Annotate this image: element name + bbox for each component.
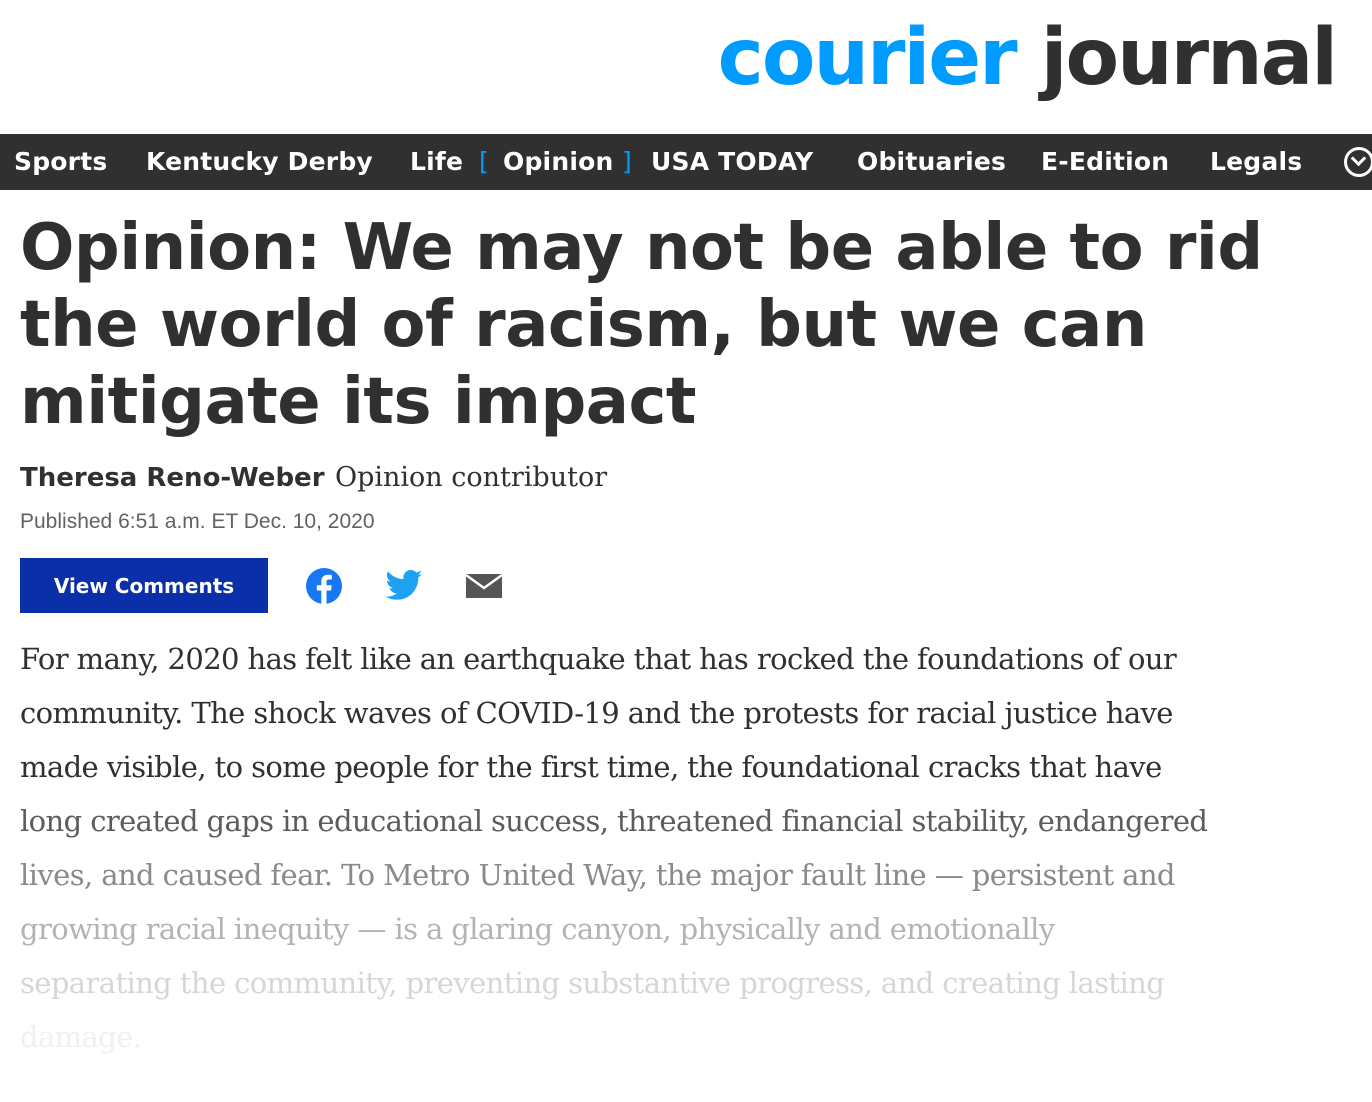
nav-item-usa-today[interactable]: USA TODAY — [651, 134, 813, 190]
author-name[interactable]: Theresa Reno-Weber — [20, 463, 325, 493]
article-body-line: growing racial inequity — is a glaring c… — [20, 912, 1055, 946]
nav-item-e-edition[interactable]: E-Edition — [1041, 134, 1169, 190]
nav-item-obituaries[interactable]: Obituaries — [857, 134, 1006, 190]
byline: Theresa Reno-Weber Opinion contributor — [20, 462, 607, 493]
site-logo[interactable]: courier journal — [717, 8, 1338, 108]
nav-active-bracket-close: ] — [622, 147, 632, 176]
nav-active-bracket-open: [ — [479, 147, 489, 176]
logo-word-courier: courier — [717, 13, 1018, 103]
publish-date: Published 6:51 a.m. ET Dec. 10, 2020 — [20, 510, 375, 533]
twitter-icon[interactable] — [384, 566, 424, 606]
nav-item-life[interactable]: Life — [410, 134, 463, 190]
article-body-line: lives, and caused fear. To Metro United … — [20, 858, 1175, 892]
main-nav: Sports Kentucky Derby Life [ Opinion ] U… — [0, 134, 1372, 190]
view-comments-button[interactable]: View Comments — [20, 558, 268, 613]
nav-item-kentucky-derby[interactable]: Kentucky Derby — [146, 134, 373, 190]
article-body-line: damage. — [20, 1020, 142, 1054]
email-icon[interactable] — [464, 566, 504, 606]
article-body-line: separating the community, preventing sub… — [20, 966, 1165, 1000]
article-body-line: community. The shock waves of COVID-19 a… — [20, 696, 1173, 730]
logo-word-journal: journal — [1040, 13, 1338, 103]
article-body-line: made visible, to some people for the fir… — [20, 750, 1162, 784]
nav-item-legals[interactable]: Legals — [1210, 134, 1302, 190]
article-headline: Opinion: We may not be able to rid the w… — [20, 211, 1263, 439]
facebook-icon[interactable] — [304, 566, 344, 606]
nav-item-sports[interactable]: Sports — [14, 134, 107, 190]
author-role: Opinion contributor — [334, 462, 608, 493]
article-body-line: For many, 2020 has felt like an earthqua… — [20, 642, 1177, 676]
article-body: For many, 2020 has felt like an earthqua… — [20, 632, 1355, 1064]
article-body-line: long created gaps in educational success… — [20, 804, 1208, 838]
chevron-down-icon[interactable] — [1344, 147, 1372, 177]
nav-item-opinion[interactable]: Opinion — [503, 134, 613, 190]
